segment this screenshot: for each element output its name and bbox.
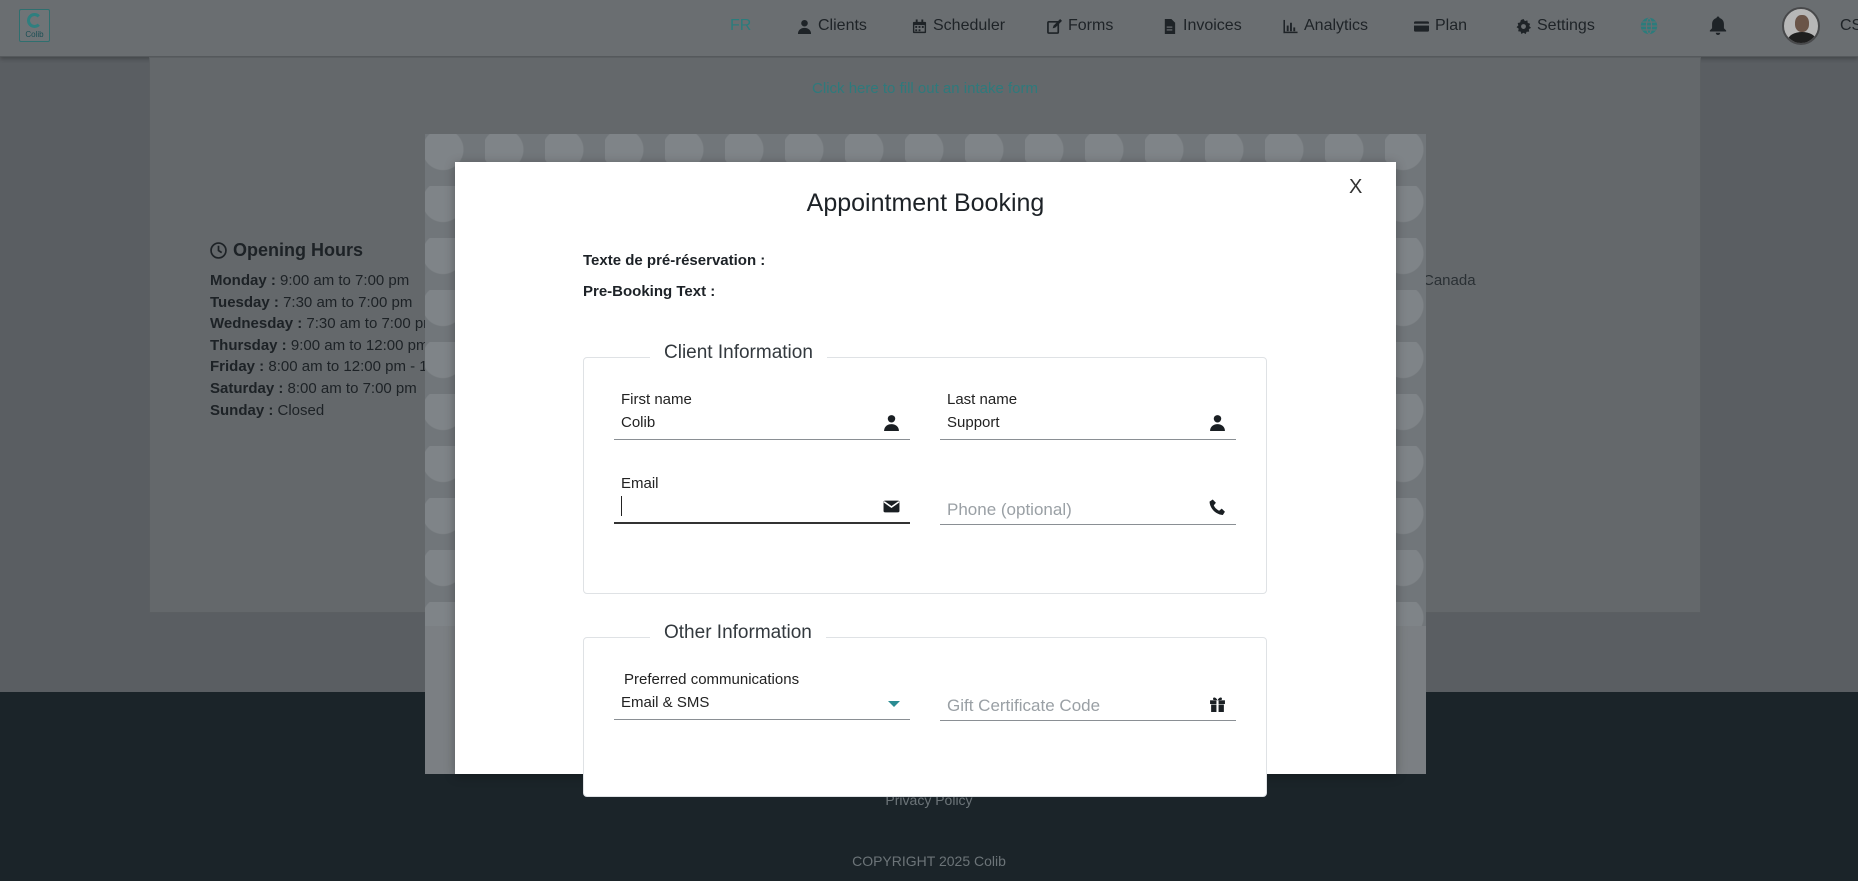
- preferred-communications-value: Email & SMS: [621, 694, 710, 711]
- nav-scheduler[interactable]: Scheduler: [912, 17, 1005, 35]
- preferred-communications-label: Preferred communications: [624, 671, 800, 688]
- nav-invoices-label: Invoices: [1183, 17, 1242, 34]
- first-name-value: Colib: [621, 414, 656, 431]
- phone-field: Phone (optional): [940, 493, 1236, 525]
- client-information-section: Client Information First name Colib Last…: [583, 342, 1267, 594]
- preferred-communications-select[interactable]: Email & SMS: [614, 688, 910, 720]
- client-information-legend: Client Information: [650, 342, 827, 364]
- hours-row: Sunday : Closed: [210, 401, 325, 419]
- hours-row: Thursday : 9:00 am to 12:00 pm -: [210, 336, 438, 354]
- edit-icon: [1047, 18, 1062, 34]
- credit-card-icon: [1414, 20, 1429, 32]
- gear-icon: [1516, 18, 1531, 34]
- hours-row: Friday : 8:00 am to 12:00 pm - 1:: [210, 358, 432, 376]
- globe-icon[interactable]: [1640, 17, 1658, 35]
- preferred-communications-field: Preferred communications Email & SMS: [614, 671, 910, 720]
- nav-scheduler-label: Scheduler: [933, 17, 1006, 34]
- clock-icon: [210, 242, 227, 259]
- other-information-section: Other Information Preferred communicatio…: [583, 622, 1267, 797]
- opening-hours-list: Monday : 9:00 am to 7:00 pm Tuesday : 7:…: [210, 270, 438, 421]
- text-caret: [621, 496, 622, 516]
- nav-clients[interactable]: Clients: [797, 17, 867, 35]
- chart-icon: [1283, 19, 1298, 33]
- nav-invoices[interactable]: Invoices: [1162, 17, 1242, 35]
- avatar-body: [1788, 32, 1816, 43]
- nav-plan-label: Plan: [1435, 17, 1468, 34]
- nav-analytics-label: Analytics: [1304, 17, 1369, 34]
- nav-settings-label: Settings: [1537, 17, 1595, 34]
- hours-row: Tuesday : 7:30 am to 7:00 pm: [210, 293, 413, 311]
- user-icon: [1210, 415, 1225, 431]
- envelope-icon: [883, 500, 900, 513]
- bell-icon[interactable]: [1709, 16, 1727, 35]
- copyright-text: COPYRIGHT 2025 Colib: [852, 853, 1006, 869]
- first-name-label: First name: [621, 391, 692, 408]
- logo-mark-icon: [27, 13, 42, 28]
- first-name-input[interactable]: Colib: [614, 408, 910, 440]
- phone-icon: [1209, 499, 1225, 515]
- calendar-icon: [912, 18, 927, 33]
- gift-certificate-field: Gift Certificate Code: [940, 689, 1236, 721]
- nav-analytics[interactable]: Analytics: [1283, 17, 1368, 35]
- last-name-input[interactable]: Support: [940, 408, 1236, 440]
- user-avatar[interactable]: [1782, 7, 1820, 45]
- nav-forms[interactable]: Forms: [1047, 17, 1113, 35]
- gift-certificate-placeholder: Gift Certificate Code: [947, 696, 1101, 715]
- user-initials[interactable]: CS: [1840, 17, 1858, 35]
- nav-plan[interactable]: Plan: [1414, 17, 1467, 35]
- appointment-booking-modal: X Appointment Booking Texte de pré-réser…: [455, 162, 1396, 797]
- gift-icon: [1210, 697, 1225, 712]
- user-icon: [884, 415, 899, 431]
- address-fragment: Canada: [1423, 272, 1476, 289]
- first-name-field: First name Colib: [614, 391, 910, 440]
- hours-row: Wednesday : 7:30 am to 7:00 pm: [210, 315, 436, 333]
- top-navbar: Colib FR Clients Scheduler Forms Invoice…: [0, 0, 1858, 57]
- last-name-field: Last name Support: [940, 391, 1236, 440]
- other-information-legend: Other Information: [650, 622, 826, 644]
- last-name-value: Support: [947, 414, 1000, 431]
- opening-hours-title: Opening Hours: [210, 240, 363, 261]
- chevron-down-icon: [888, 701, 900, 707]
- avatar-head: [1795, 15, 1809, 32]
- pre-booking-text-fr: Texte de pré-réservation :: [583, 252, 766, 269]
- colib-logo[interactable]: Colib: [19, 9, 50, 42]
- phone-placeholder: Phone (optional): [947, 500, 1072, 519]
- opening-hours-title-text: Opening Hours: [233, 240, 363, 260]
- nav-settings[interactable]: Settings: [1516, 17, 1595, 35]
- user-icon: [797, 19, 812, 34]
- file-invoice-icon: [1164, 18, 1176, 34]
- email-input[interactable]: [614, 492, 910, 524]
- nav-forms-label: Forms: [1068, 17, 1114, 34]
- language-toggle-fr[interactable]: FR: [730, 17, 751, 35]
- last-name-label: Last name: [947, 391, 1018, 408]
- nav-clients-label: Clients: [818, 17, 867, 34]
- hours-row: Saturday : 8:00 am to 7:00 pm: [210, 379, 417, 397]
- hours-row: Monday : 9:00 am to 7:00 pm: [210, 272, 410, 289]
- email-field: Email: [614, 475, 910, 524]
- logo-text: Colib: [25, 30, 44, 39]
- gift-certificate-input[interactable]: Gift Certificate Code: [940, 689, 1236, 721]
- email-label: Email: [621, 475, 659, 492]
- modal-title: Appointment Booking: [806, 189, 1045, 217]
- intake-form-link[interactable]: Click here to fill out an intake form: [150, 80, 1700, 97]
- pre-booking-text-en: Pre-Booking Text :: [583, 283, 716, 300]
- phone-input[interactable]: Phone (optional): [940, 493, 1236, 525]
